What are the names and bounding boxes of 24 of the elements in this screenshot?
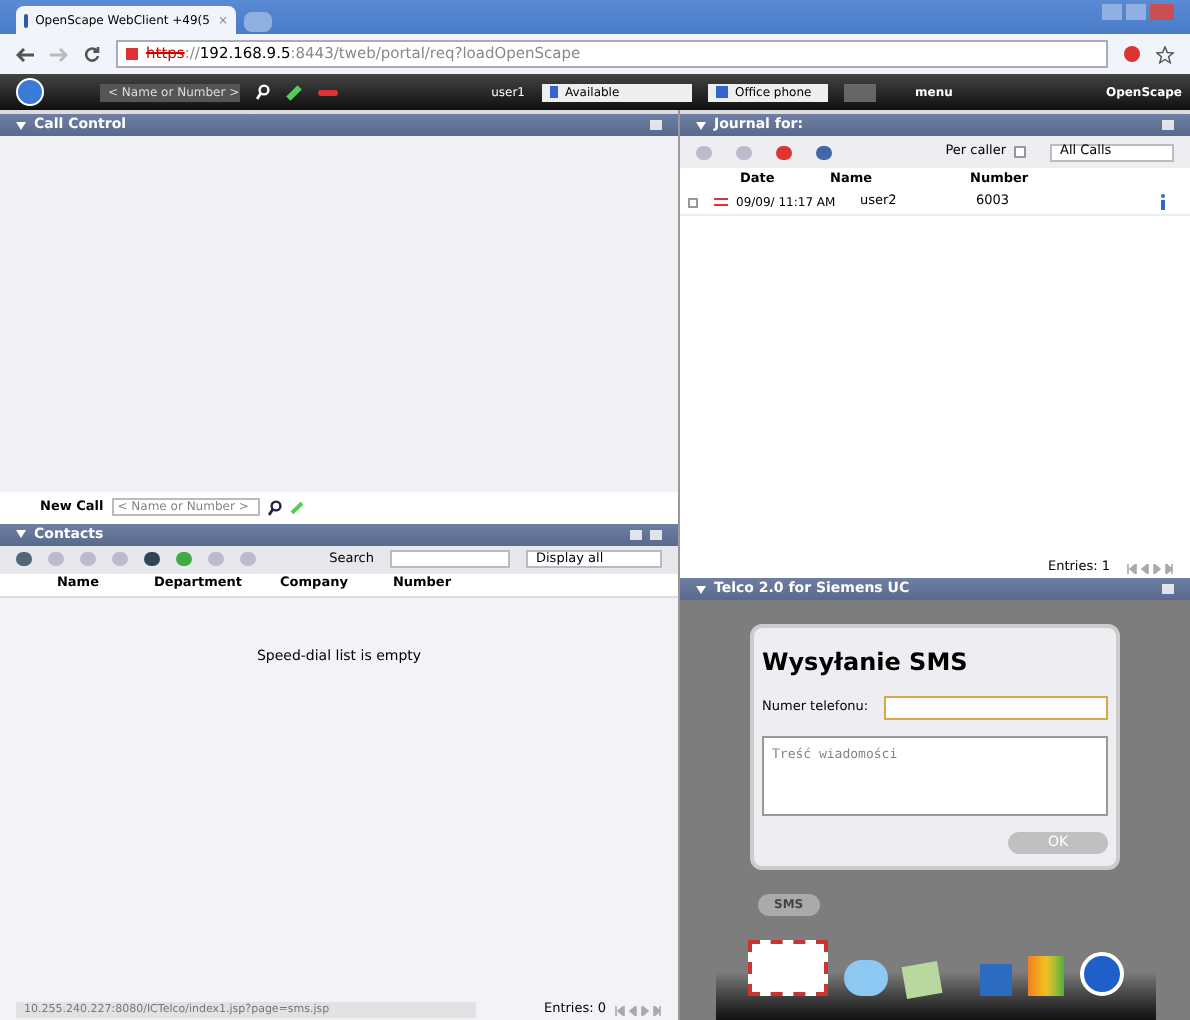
new-tab-button[interactable]	[244, 12, 272, 32]
star-icon[interactable]	[1156, 45, 1174, 63]
search-field[interactable]	[390, 550, 510, 568]
back-button[interactable]	[16, 47, 34, 61]
search-icon[interactable]	[267, 499, 282, 515]
toolbar-icon[interactable]	[816, 145, 832, 159]
chat-bubble-icon[interactable]	[843, 960, 887, 996]
collapse-icon[interactable]	[696, 121, 706, 129]
per-caller-checkbox[interactable]	[1014, 146, 1026, 158]
phone-number-field[interactable]	[884, 696, 1108, 720]
collapse-icon[interactable]	[696, 585, 706, 593]
dialog-title: Wysyłanie SMS	[762, 646, 970, 680]
collapse-icon[interactable]	[16, 530, 26, 538]
reload-button[interactable]	[84, 46, 100, 62]
forward-button[interactable]	[50, 47, 68, 61]
toolbar-icon[interactable]	[776, 145, 792, 159]
info-icon[interactable]	[1160, 194, 1166, 210]
search-icon[interactable]	[256, 84, 270, 100]
power-icon[interactable]	[1079, 952, 1123, 996]
settings-dropdown[interactable]	[843, 83, 875, 101]
collapse-icon[interactable]	[16, 121, 26, 129]
pager-icon[interactable]	[614, 1005, 662, 1015]
pager-icon[interactable]	[1126, 563, 1174, 573]
row-checkbox[interactable]	[688, 197, 698, 207]
